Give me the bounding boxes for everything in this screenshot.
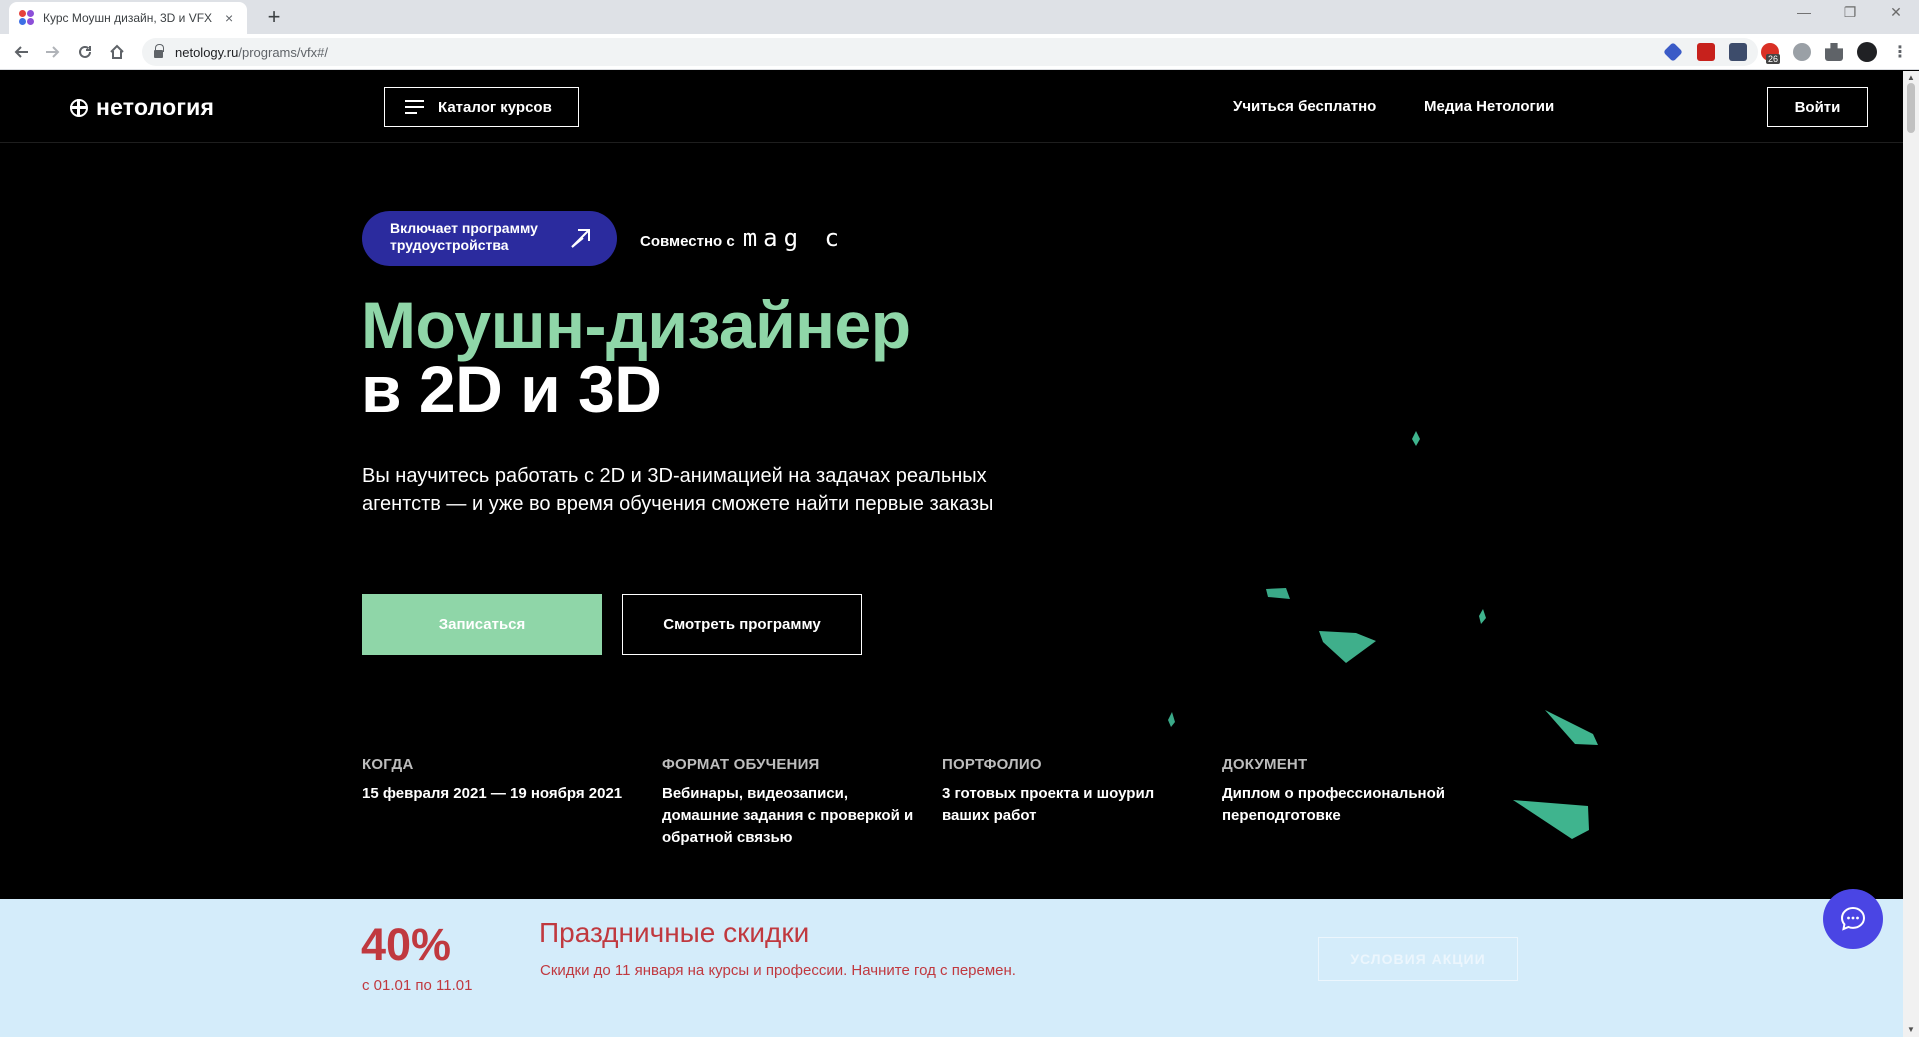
promo-percent: 40% <box>361 919 452 970</box>
fact-portfolio: ПОРТФОЛИО 3 готовых проекта и шоурил ваш… <box>942 756 1182 827</box>
fact-value: 3 готовых проекта и шоурил ваших работ <box>942 785 1155 824</box>
tab-title: Курс Моушн дизайн, 3D и VFX <box>43 11 213 25</box>
fact-when: КОГДА 15 февраля 2021 — 19 ноября 2021 <box>362 756 642 805</box>
employment-program-badge[interactable]: Включает программу трудоустройства <box>362 211 617 266</box>
fact-label: ПОРТФОЛИО <box>942 756 1042 773</box>
browser-tab[interactable]: Курс Моушн дизайн, 3D и VFX × <box>9 2 247 34</box>
url-text: netology.ru/programs/vfx#/ <box>175 44 328 60</box>
profile-avatar[interactable] <box>1857 42 1877 62</box>
promo-banner: 40% с 01.01 по 11.01 Праздничные скидки … <box>0 899 1903 1037</box>
fact-document: ДОКУМЕНТ Диплом о профессиональной переп… <box>1222 756 1482 827</box>
learn-free-link[interactable]: Учиться бесплатно <box>1233 98 1376 115</box>
shard <box>1479 609 1486 624</box>
pdf-extension-icon[interactable] <box>1697 43 1715 61</box>
home-button[interactable] <box>104 39 130 65</box>
home-icon <box>110 44 124 59</box>
fact-label: КОГДА <box>362 756 414 773</box>
promo-title: Праздничные скидки <box>539 917 810 948</box>
catalog-label: Каталог курсов <box>438 98 552 116</box>
fact-label: ФОРМАТ ОБУЧЕНИЯ <box>662 756 820 773</box>
netology-logo[interactable]: нетология <box>70 94 214 121</box>
restore-button[interactable]: ❐ <box>1827 4 1873 21</box>
lock-icon <box>154 44 164 58</box>
fact-value: Вебинары, видеозаписи, домашние задания … <box>662 785 914 846</box>
hero-subtitle: Вы научитесь работать с 2D и 3D-анимацие… <box>362 465 994 515</box>
chat-button[interactable] <box>1823 889 1883 949</box>
minimize-button[interactable]: — <box>1781 4 1827 20</box>
logo-text: нетология <box>96 94 215 120</box>
hero-title-line-2: в 2D и 3D <box>361 352 662 426</box>
reload-icon <box>79 45 91 58</box>
fact-format: ФОРМАТ ОБУЧЕНИЯ Вебинары, видеозаписи, д… <box>662 756 927 849</box>
scroll-down-icon[interactable]: ▼ <box>1907 1025 1915 1034</box>
fact-value: 15 февраля 2021 — 19 ноября 2021 <box>362 785 623 802</box>
arrow-up-right-icon <box>571 229 590 248</box>
reload-button[interactable] <box>72 39 98 65</box>
extension-badge: 26 <box>1766 54 1781 64</box>
promo-terms-button[interactable]: УСЛОВИЯ АКЦИИ <box>1318 937 1518 981</box>
magic-partner-logo: mag c <box>742 224 845 252</box>
arrow-left-icon <box>14 46 28 58</box>
chat-extension-icon[interactable] <box>1793 43 1811 61</box>
course-facts: КОГДА 15 февраля 2021 — 19 ноября 2021 Ф… <box>362 756 1562 866</box>
page: нетология Каталог курсов Учиться бесплат… <box>0 71 1903 1037</box>
hero-title: Моушн-дизайнер в 2D и 3D <box>361 288 911 426</box>
partner-block: Совместно с mag c <box>640 224 845 252</box>
enroll-button[interactable]: Записаться <box>362 594 602 655</box>
address-bar[interactable]: netology.ru/programs/vfx#/ ☆ <box>142 38 1758 66</box>
fact-value: Диплом о профессиональной переподготовке <box>1222 785 1445 824</box>
menu-burger-icon <box>405 100 424 114</box>
browser-menu-icon[interactable]: ⋮ <box>1892 42 1908 62</box>
shard <box>1168 712 1175 727</box>
netology-logo-icon <box>70 98 88 117</box>
view-program-button[interactable]: Смотреть программу <box>622 594 862 655</box>
shard <box>1266 588 1290 599</box>
forward-button[interactable] <box>40 39 66 65</box>
chat-bubble-icon <box>1840 906 1866 931</box>
partner-label: Совместно с <box>640 233 735 250</box>
site-header: нетология Каталог курсов Учиться бесплат… <box>0 71 1903 143</box>
login-button[interactable]: Войти <box>1767 87 1868 127</box>
media-link[interactable]: Медиа Нетологии <box>1424 98 1554 115</box>
puzzle-extensions-icon[interactable] <box>1825 43 1843 61</box>
page-scrollbar[interactable]: ▲ ▼ <box>1903 71 1919 1037</box>
netology-favicon-icon <box>19 10 35 26</box>
promo-text: Скидки до 11 января на курсы и профессии… <box>540 962 1016 979</box>
shard <box>1319 631 1376 663</box>
scroll-up-icon[interactable]: ▲ <box>1907 73 1915 82</box>
close-window-button[interactable]: ✕ <box>1873 4 1919 21</box>
fact-label: ДОКУМЕНТ <box>1222 756 1308 773</box>
new-tab-button[interactable]: + <box>260 4 288 30</box>
scroll-thumb[interactable] <box>1907 83 1915 133</box>
catalog-button[interactable]: Каталог курсов <box>384 87 579 127</box>
back-button[interactable] <box>8 39 34 65</box>
browser-toolbar: netology.ru/programs/vfx#/ ☆ 26 ⋮ <box>0 34 1919 70</box>
tab-close-icon[interactable]: × <box>225 10 233 26</box>
shard <box>1412 431 1420 446</box>
extension-icon[interactable] <box>1729 43 1747 61</box>
hero-title-line-1: Моушн-дизайнер <box>361 288 911 362</box>
promo-dates: с 01.01 по 11.01 <box>362 977 473 994</box>
arrow-right-icon <box>46 46 60 58</box>
browser-tabstrip: Курс Моушн дизайн, 3D и VFX × + — ❐ ✕ <box>0 0 1919 34</box>
shard <box>1545 710 1598 745</box>
